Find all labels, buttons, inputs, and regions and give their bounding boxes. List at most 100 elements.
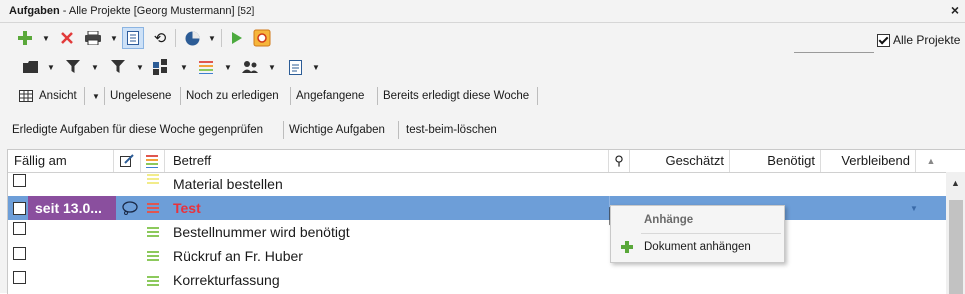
row-checkbox[interactable] [13,222,26,235]
add-icon[interactable] [16,29,34,47]
priority-indicator [147,227,159,237]
filter-separator [283,121,284,139]
priority-indicator [147,251,159,261]
print-dropdown-icon[interactable]: ▼ [110,34,118,43]
attach-document-menu-item[interactable]: Dokument anhängen [611,235,784,259]
filter-alt-dropdown-icon[interactable]: ▼ [136,63,144,72]
document-icon[interactable] [286,58,304,76]
view-separator [104,87,105,105]
document-dropdown-icon[interactable]: ▼ [312,63,320,72]
task-count: [52] [237,6,255,17]
table-row[interactable]: Rückruf an Fr. Huber [8,244,946,268]
priority-indicator [147,174,159,184]
column-priority[interactable] [140,150,165,172]
filter-test-beim-loeschen-button[interactable]: test-beim-löschen [402,117,501,143]
menu-separator [641,233,781,234]
view-bereits-erledigt-button[interactable]: Bereits erledigt diese Woche [379,83,533,109]
all-projects-checkbox[interactable] [877,34,890,47]
table-row-selected[interactable]: seit 13.0... Test ▼ [8,196,946,220]
table-row[interactable]: Korrekturfassung [8,268,946,292]
window-title: Aufgaben - Alle Projekte [Georg Musterma… [9,5,254,17]
column-subject[interactable]: Betreff [164,150,609,172]
row-checkbox[interactable] [13,202,26,215]
chart-dropdown-icon[interactable]: ▼ [208,34,216,43]
main-toolbar: ▼ ▼ ⟲ ▼ Alle Projekte [0,23,965,75]
tiles-icon[interactable] [152,58,170,76]
column-edit[interactable] [114,150,141,172]
export-icon[interactable] [252,28,272,48]
priority-icon[interactable] [197,58,215,76]
view-bar: Ansicht ▼ Ungelesene Noch zu erledigen A… [0,83,965,109]
all-projects-label: Alle Projekte [893,33,961,47]
table-view-icon[interactable] [18,89,34,103]
users-dropdown-icon[interactable]: ▼ [268,63,276,72]
sort-up-icon[interactable]: ▲ [916,150,946,172]
task-subject: Korrekturfassung [173,272,280,288]
ansicht-dropdown-icon[interactable]: ▼ [92,92,100,101]
filter-wichtige-aufgaben-button[interactable]: Wichtige Aufgaben [285,117,389,143]
priority-header-icon [146,155,158,168]
filter-alt-icon[interactable] [109,58,127,76]
view-separator [180,87,181,105]
column-required[interactable]: Benötigt [730,150,821,172]
grid-header: Fällig am Betreff ⚲ Geschätzt Benötigt V… [8,150,946,173]
task-subject: Rückruf an Fr. Huber [173,248,303,264]
edit-icon [120,154,134,167]
scroll-up-icon[interactable]: ▲ [951,178,960,188]
refresh-icon[interactable]: ⟲ [151,29,169,47]
filter-separator [398,121,399,139]
toolbar-separator [221,29,222,47]
row-dropdown-icon[interactable]: ▼ [910,204,918,213]
vertical-scrollbar[interactable]: ▲ [946,172,965,294]
view-separator [537,87,538,105]
filter-icon[interactable] [64,58,82,76]
task-subject: Test [173,200,201,216]
priority-indicator [147,276,159,286]
table-row[interactable]: Bestellnummer wird benötigt [8,220,946,244]
context-menu-header: Anhänge [644,214,694,226]
filter-dropdown-icon[interactable]: ▼ [91,63,99,72]
column-due[interactable]: Fällig am [8,150,114,172]
folder-icon[interactable] [22,59,40,75]
tiles-dropdown-icon[interactable]: ▼ [180,63,188,72]
view-ansicht-button[interactable]: Ansicht [35,83,81,109]
task-subject: Material bestellen [173,176,283,192]
close-icon[interactable]: × [951,2,959,18]
title-bar: Aufgaben - Alle Projekte [Georg Musterma… [0,0,965,23]
secondary-toolbar: ▼ ▼ ▼ ▼ ▼ ▼ ▼ [0,53,965,81]
window-title-rest: - Alle Projekte [Georg Mustermann] [59,5,235,17]
saved-filter-bar: Erledigte Aufgaben für diese Woche gegen… [0,117,965,143]
view-noch-zu-erledigen-button[interactable]: Noch zu erledigen [182,83,283,109]
row-checkbox[interactable] [13,247,26,260]
toolbar-separator [175,29,176,47]
attach-document-label: Dokument anhängen [644,241,751,253]
users-icon[interactable] [240,58,260,76]
row-checkbox[interactable] [13,271,26,284]
task-grid: Fällig am Betreff ⚲ Geschätzt Benötigt V… [7,149,965,294]
print-icon[interactable] [84,29,102,47]
tasks-window: Aufgaben - Alle Projekte [Georg Musterma… [0,0,965,294]
view-ungelesene-button[interactable]: Ungelesene [106,83,175,109]
add-dropdown-icon[interactable]: ▼ [42,34,50,43]
scrollbar-thumb[interactable] [949,200,963,294]
filter-erledigte-aufgaben-button[interactable]: Erledigte Aufgaben für diese Woche gegen… [8,117,267,143]
folder-dropdown-icon[interactable]: ▼ [47,63,55,72]
column-attachment[interactable]: ⚲ [609,150,630,172]
paperclip-icon: ⚲ [614,153,624,168]
table-row[interactable]: Material bestellen [8,172,946,196]
context-menu: Anhänge Dokument anhängen [610,205,785,263]
pie-chart-icon[interactable] [183,29,201,47]
window-title-bold: Aufgaben [9,5,60,17]
priority-dropdown-icon[interactable]: ▼ [224,63,232,72]
task-subject: Bestellnummer wird benötigt [173,224,350,240]
list-view-icon[interactable] [122,27,144,49]
reminder-icon [121,200,139,216]
delete-icon[interactable] [58,29,76,47]
view-separator [377,87,378,105]
column-estimated[interactable]: Geschätzt [629,150,730,172]
priority-indicator [147,203,159,213]
row-checkbox[interactable] [13,174,26,187]
play-icon[interactable] [228,29,246,47]
column-remaining[interactable]: Verbleibend [821,150,916,172]
view-angefangene-button[interactable]: Angefangene [292,83,368,109]
